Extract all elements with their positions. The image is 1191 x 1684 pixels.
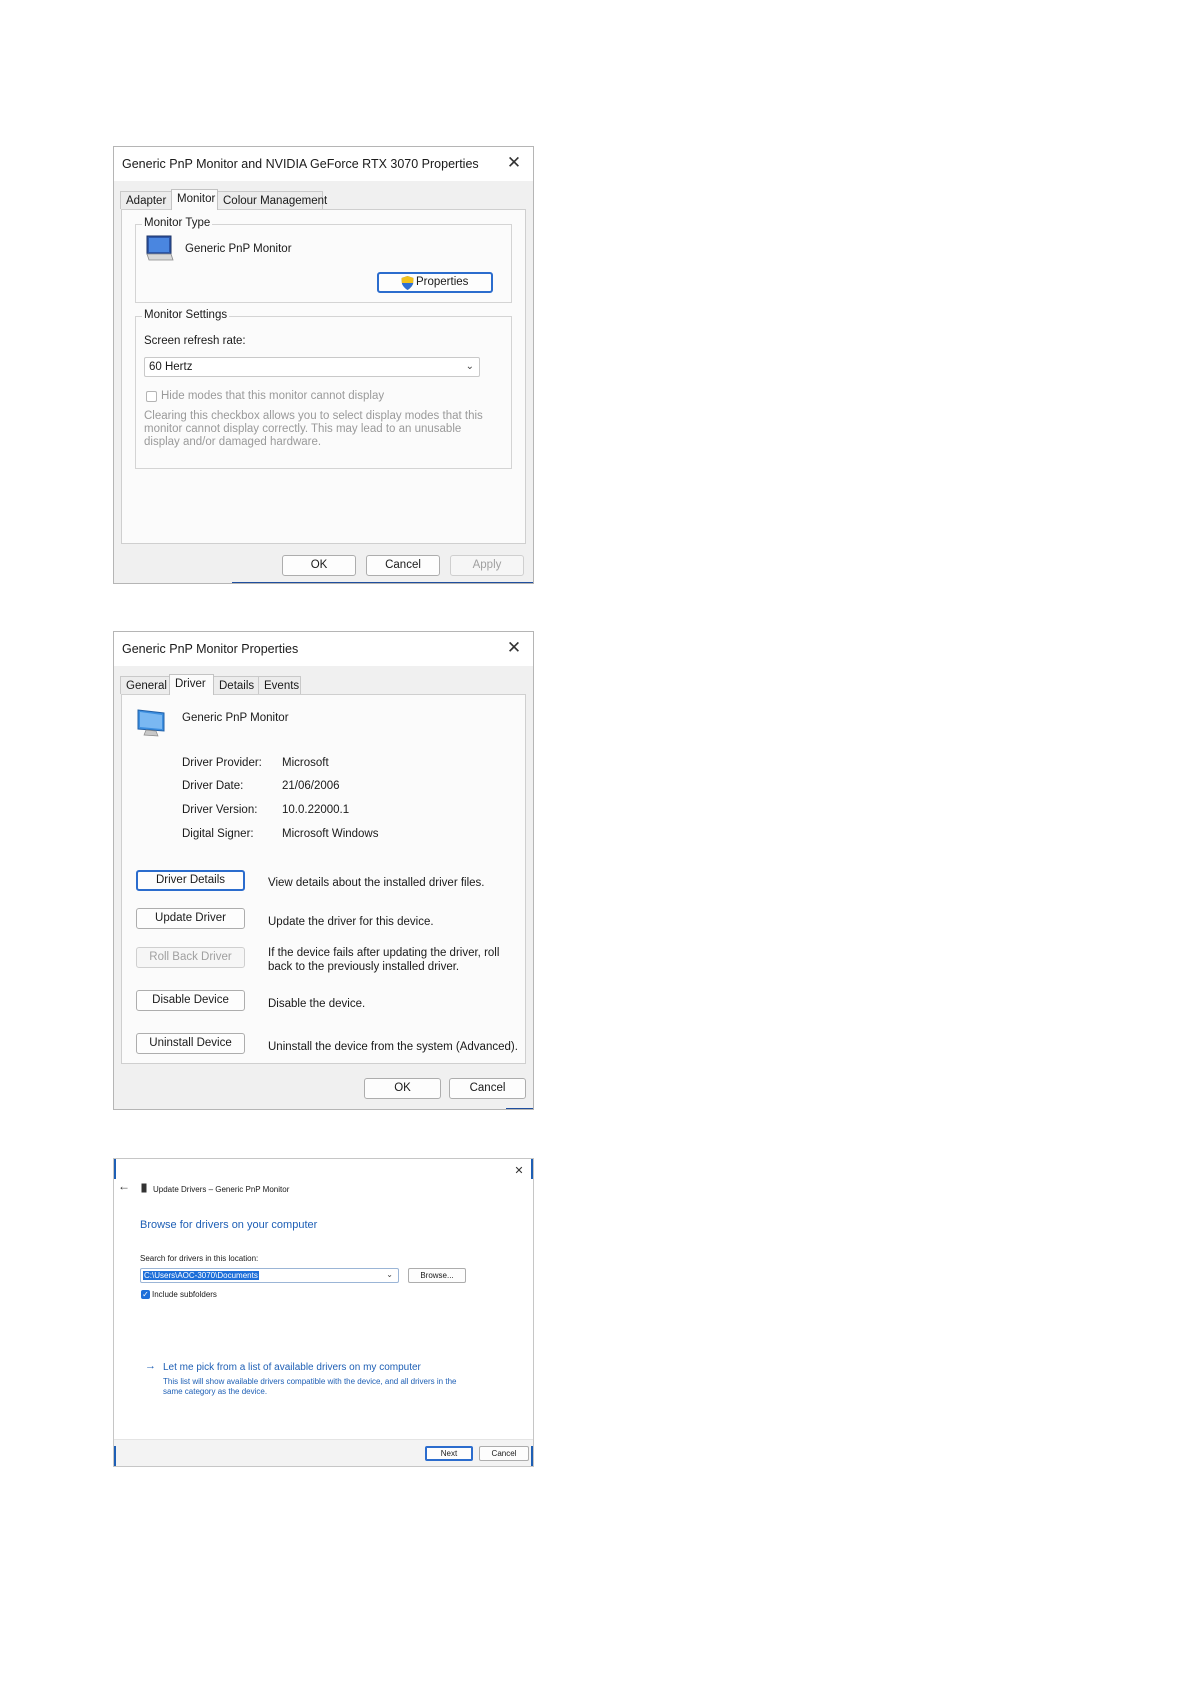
roll-back-driver-button[interactable]: Roll Back Driver xyxy=(136,947,245,968)
device-name: Generic PnP Monitor xyxy=(182,712,289,724)
driver-properties-dialog: Generic PnP Monitor Properties ✕ General… xyxy=(113,631,534,1110)
path-combobox[interactable]: C:\Users\AOC-3070\Documents ⌄ xyxy=(140,1268,399,1283)
action-desc: Update the driver for this device. xyxy=(268,916,434,928)
cancel-button[interactable]: Cancel xyxy=(366,555,440,576)
accent-line xyxy=(114,1159,116,1179)
back-arrow-icon[interactable]: ← xyxy=(118,1179,130,1193)
pick-driver-desc: This list will show available drivers co… xyxy=(163,1377,457,1386)
ok-button[interactable]: OK xyxy=(282,555,356,576)
info-label: Digital Signer: xyxy=(182,828,254,840)
hide-modes-desc-line: monitor cannot display correctly. This m… xyxy=(144,423,462,435)
action-desc: Uninstall the device from the system (Ad… xyxy=(268,1041,518,1053)
hide-modes-checkbox[interactable] xyxy=(146,391,157,402)
accent-line xyxy=(114,1446,116,1466)
action-desc: Disable the device. xyxy=(268,998,366,1010)
group-legend: Monitor Type xyxy=(142,217,213,229)
tab-colour-management[interactable]: Colour Management xyxy=(217,191,327,209)
uninstall-device-button[interactable]: Uninstall Device xyxy=(136,1033,245,1054)
cancel-button[interactable]: Cancel xyxy=(479,1446,529,1461)
driver-details-button[interactable]: Driver Details xyxy=(136,870,245,891)
monitor-icon xyxy=(137,709,165,737)
refresh-rate-value: 60 Hertz xyxy=(149,361,193,373)
accent-line xyxy=(506,1108,533,1109)
uac-shield-icon xyxy=(401,276,414,290)
hide-modes-desc-line: display and/or damaged hardware. xyxy=(144,436,322,448)
hide-modes-desc-line: Clearing this checkbox allows you to sel… xyxy=(144,410,483,422)
wizard-header: Update Drivers – Generic PnP Monitor xyxy=(153,1185,290,1194)
action-desc: If the device fails after updating the d… xyxy=(268,947,500,959)
monitor-type-group: Monitor Type Generic PnP Monitor Propert… xyxy=(135,217,512,303)
tab-events[interactable]: Events xyxy=(258,676,301,694)
close-icon[interactable]: ✕ xyxy=(504,153,524,173)
dialog-title: Generic PnP Monitor Properties xyxy=(122,642,299,656)
titlebar: Generic PnP Monitor and NVIDIA GeForce R… xyxy=(114,147,533,181)
tab-general[interactable]: General xyxy=(120,676,170,694)
wizard-heading: Browse for drivers on your computer xyxy=(140,1219,318,1231)
accent-line xyxy=(531,1446,533,1466)
titlebar: Generic PnP Monitor Properties ✕ xyxy=(114,632,533,666)
arrow-right-icon: → xyxy=(145,1360,156,1372)
group-legend: Monitor Settings xyxy=(142,309,230,321)
monitor-icon xyxy=(146,235,174,261)
info-label: Driver Date: xyxy=(182,780,244,792)
info-label: Driver Version: xyxy=(182,804,258,816)
chevron-down-icon: ⌄ xyxy=(465,361,474,372)
pick-driver-link[interactable]: Let me pick from a list of available dri… xyxy=(163,1362,421,1373)
info-value: Microsoft Windows xyxy=(282,828,379,840)
browse-button[interactable]: Browse... xyxy=(408,1268,466,1283)
tab-adapter[interactable]: Adapter xyxy=(120,191,172,209)
next-button[interactable]: Next xyxy=(425,1446,473,1461)
dialog-title: Generic PnP Monitor and NVIDIA GeForce R… xyxy=(122,157,479,171)
device-icon xyxy=(141,1183,147,1193)
info-value: 10.0.22000.1 xyxy=(282,804,350,816)
tab-panel: Generic PnP Monitor Driver Provider: Mic… xyxy=(121,694,526,1064)
tab-panel: Monitor Type Generic PnP Monitor Propert… xyxy=(121,209,526,544)
tab-details[interactable]: Details xyxy=(213,676,259,694)
disable-device-button[interactable]: Disable Device xyxy=(136,990,245,1011)
chevron-down-icon: ⌄ xyxy=(386,1270,393,1279)
properties-button[interactable]: Properties xyxy=(377,272,493,293)
info-label: Driver Provider: xyxy=(182,757,262,769)
accent-line xyxy=(232,582,533,583)
monitor-properties-dialog: Generic PnP Monitor and NVIDIA GeForce R… xyxy=(113,146,534,584)
close-icon[interactable]: ✕ xyxy=(504,638,524,658)
update-driver-button[interactable]: Update Driver xyxy=(136,908,245,929)
tab-driver[interactable]: Driver xyxy=(169,674,214,695)
cancel-button[interactable]: Cancel xyxy=(449,1078,526,1099)
properties-button-label: Properties xyxy=(416,276,469,288)
action-desc: View details about the installed driver … xyxy=(268,877,485,889)
refresh-rate-select[interactable]: 60 Hertz ⌄ xyxy=(144,357,480,377)
monitor-name: Generic PnP Monitor xyxy=(185,243,292,255)
update-drivers-wizard: ✕ ← Update Drivers – Generic PnP Monitor… xyxy=(113,1158,534,1467)
apply-button[interactable]: Apply xyxy=(450,555,524,576)
info-value: 21/06/2006 xyxy=(282,780,340,792)
include-subfolders-checkbox[interactable]: ✓ xyxy=(141,1290,150,1299)
action-desc: back to the previously installed driver. xyxy=(268,961,460,973)
path-input-value: C:\Users\AOC-3070\Documents xyxy=(143,1271,259,1280)
pick-driver-desc: same category as the device. xyxy=(163,1387,268,1396)
include-subfolders-label: Include subfolders xyxy=(152,1290,217,1299)
monitor-settings-group: Monitor Settings Screen refresh rate: 60… xyxy=(135,309,512,469)
close-icon[interactable]: ✕ xyxy=(509,1161,529,1181)
ok-button[interactable]: OK xyxy=(364,1078,441,1099)
tab-monitor[interactable]: Monitor xyxy=(171,189,218,210)
hide-modes-label: Hide modes that this monitor cannot disp… xyxy=(161,390,385,402)
refresh-rate-label: Screen refresh rate: xyxy=(144,335,246,347)
accent-line xyxy=(531,1159,533,1179)
info-value: Microsoft xyxy=(282,757,329,769)
search-location-label: Search for drivers in this location: xyxy=(140,1254,259,1263)
